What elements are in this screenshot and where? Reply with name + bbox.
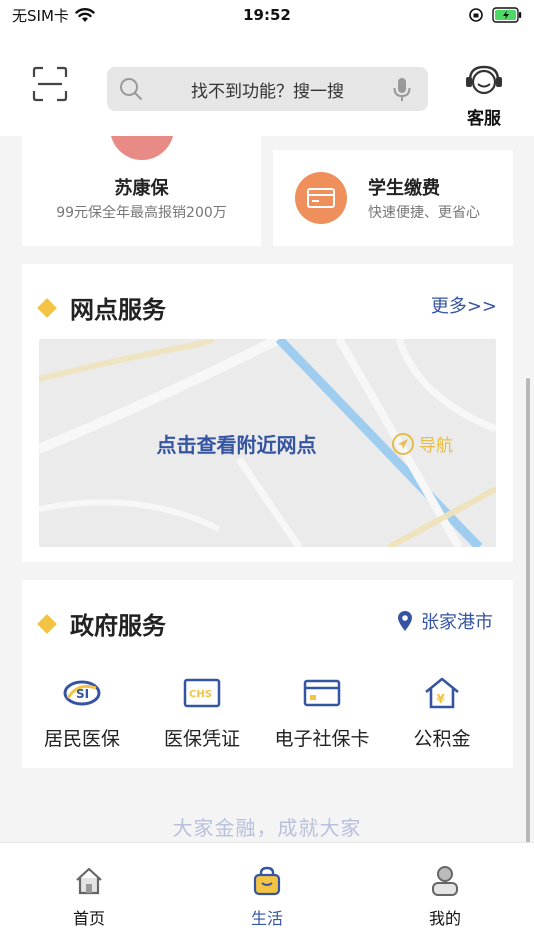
slogan: 大家金融，成就大家 <box>172 816 362 840</box>
sukang-card[interactable]: 苏康保 99元保全年最高报销200万 <box>22 136 261 246</box>
navigate-button[interactable]: 导航 <box>391 431 453 456</box>
gov-item-label: 公积金 <box>413 728 471 750</box>
search-placeholder: 找不到功能？搜一搜 <box>191 81 344 102</box>
diamond-bullet-icon <box>37 613 57 634</box>
tab-life[interactable]: 生活 <box>178 843 356 950</box>
tab-home[interactable]: 首页 <box>0 843 178 950</box>
search-bar[interactable]: 找不到功能？搜一搜 <box>107 67 428 111</box>
home-icon <box>0 863 178 899</box>
housing-fund-icon: ¥ <box>382 676 502 710</box>
chs-voucher-icon: CHS <box>142 676 262 710</box>
diamond-bullet-icon <box>37 297 57 318</box>
tab-label: 我的 <box>428 909 461 928</box>
wifi-icon <box>75 8 95 22</box>
gov-item-medical-insurance[interactable]: SI 居民医保 <box>22 676 142 751</box>
gov-item-label: 电子社保卡 <box>274 728 370 750</box>
scan-icon[interactable] <box>32 66 68 102</box>
microphone-icon[interactable] <box>392 77 412 103</box>
customer-service-label: 客服 <box>467 109 501 129</box>
svg-text:SI: SI <box>76 687 89 701</box>
sukang-title: 苏康保 <box>114 178 169 199</box>
carrier-text: 无SIM卡 <box>12 6 69 25</box>
map-preview[interactable]: 点击查看附近网点 导航 <box>39 339 496 547</box>
headset-icon <box>466 65 502 95</box>
customer-service-button[interactable]: 客服 <box>462 64 506 129</box>
svg-text:CHS: CHS <box>189 689 212 700</box>
social-security-card-icon <box>262 676 382 710</box>
life-bag-icon <box>178 863 356 899</box>
status-right <box>468 7 522 23</box>
location-label: 张家港市 <box>421 612 493 633</box>
gov-item-social-security-card[interactable]: 电子社保卡 <box>262 676 382 751</box>
branch-section-title: 网点服务 <box>70 296 166 324</box>
gov-item-chs-voucher[interactable]: CHS 医保凭证 <box>142 676 262 751</box>
location-selector[interactable]: 张家港市 <box>397 608 493 634</box>
gov-service-grid: SI 居民医保 CHS 医保凭证 电子社保卡 ¥ 公积金 <box>22 676 513 751</box>
more-link[interactable]: 更多>> <box>431 292 497 318</box>
profile-icon <box>356 863 534 899</box>
government-service-card: 政府服务 张家港市 SI 居民医保 CHS 医保凭证 电子社保卡 ¥ 公积金 <box>22 580 513 768</box>
gov-section-header: 政府服务 <box>37 606 166 641</box>
sukang-subtitle: 99元保全年最高报销200万 <box>56 205 227 221</box>
student-payment-subtitle: 快速便捷、更省心 <box>368 205 480 221</box>
tab-label: 首页 <box>72 909 105 928</box>
branch-section-header: 网点服务 <box>37 290 166 325</box>
sukang-icon <box>110 136 174 160</box>
orientation-lock-icon <box>469 8 483 22</box>
battery-icon <box>492 7 522 23</box>
status-bar: 无SIM卡 19:52 <box>0 0 534 30</box>
gov-item-label: 居民医保 <box>43 728 120 750</box>
gov-item-label: 医保凭证 <box>163 728 240 750</box>
status-left: 无SIM卡 <box>12 5 95 26</box>
tab-bar: 首页 生活 我的 <box>0 842 534 950</box>
navigate-label: 导航 <box>419 436 453 456</box>
medical-insurance-icon: SI <box>22 676 142 710</box>
svg-text:¥: ¥ <box>437 692 446 706</box>
navigation-icon <box>392 432 414 455</box>
map-prompt[interactable]: 点击查看附近网点 <box>39 429 434 458</box>
tab-label: 生活 <box>250 909 283 928</box>
branch-service-card: 网点服务 更多>> 点击查看附近网点 导航 <box>22 264 513 562</box>
student-payment-card[interactable]: 学生缴费 快速便捷、更省心 <box>273 150 513 246</box>
tab-mine[interactable]: 我的 <box>356 843 534 950</box>
gov-item-housing-fund[interactable]: ¥ 公积金 <box>382 676 502 751</box>
scrollbar[interactable] <box>526 378 530 848</box>
header: 找不到功能？搜一搜 客服 <box>0 30 534 136</box>
student-payment-title: 学生缴费 <box>368 178 440 199</box>
card-payment-icon <box>295 172 347 224</box>
gov-section-title: 政府服务 <box>70 612 166 640</box>
location-pin-icon <box>398 611 412 631</box>
